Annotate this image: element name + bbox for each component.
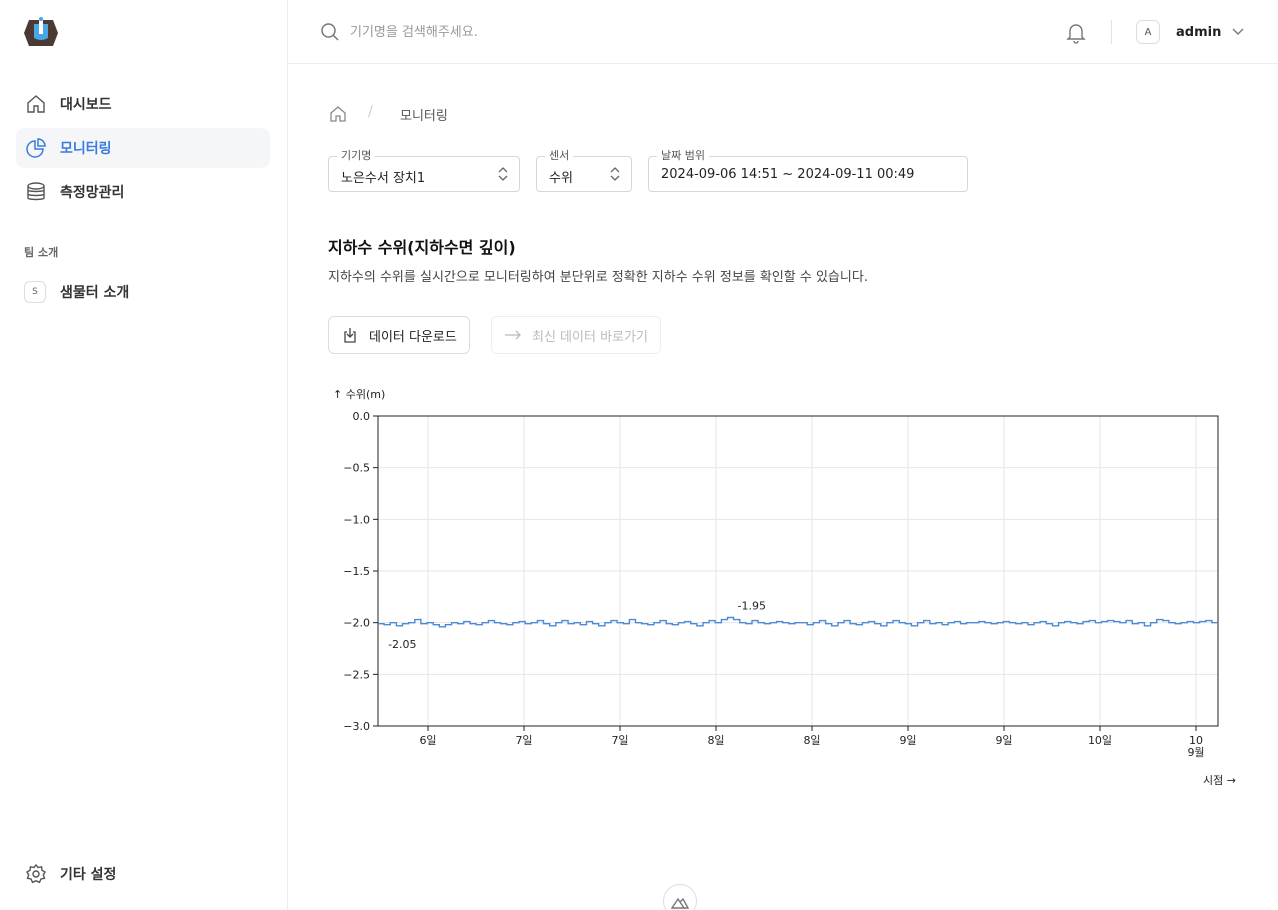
y-tick-label: −2.5 [343,668,370,681]
database-icon [24,180,48,204]
data-annotation: -2.05 [388,638,416,651]
sidebar-item-dashboard[interactable]: 대시보드 [16,84,270,124]
data-download-label: 데이터 다운로드 [369,329,457,345]
x-tick-label: 10일 [1088,733,1112,747]
search-icon [320,22,340,42]
sidebar-item-monitoring[interactable]: 모니터링 [16,128,270,168]
series-line [378,616,1218,628]
chart-grid [378,415,1218,727]
team-section-title: 팀 소개 [24,246,59,259]
latest-data-button[interactable]: 최신 데이터 바로가기 [491,316,661,354]
section-description: 지하수의 수위를 실시간으로 모니터링하여 분단위로 정확한 지하수 수위 정보… [328,270,868,285]
floating-devtools-button[interactable] [663,884,697,910]
x-tick-label: 7일 [515,733,532,747]
x-tick-label: 6일 [419,733,436,747]
y-tick-label: −1.5 [343,565,370,578]
section-title: 지하수 수위(지하수면 깊이) [328,238,516,257]
x-axis-label: 시점 → [1203,774,1236,787]
breadcrumb-current: 모니터링 [400,109,448,124]
chart-x-ticks: 6일 7일 7일 8일 8일 9일 9일 10일 109월 [419,726,1205,759]
sidebar-item-label: 대시보드 [60,97,112,113]
y-tick-label: −3.0 [343,720,370,733]
x-tick-sublabel: 9월 [1187,746,1204,759]
y-tick-label: 0.0 [353,410,371,423]
chart-y-ticks: 0.0 −0.5 −1.0 −1.5 −2.0 −2.5 −3.0 [343,410,378,733]
x-tick-label: 9일 [995,733,1012,747]
y-axis-label: ↑ 수위(m) [333,388,385,401]
home-icon [24,92,48,116]
sidebar-item-network[interactable]: 측정망관리 [16,172,270,212]
data-annotation: -1.95 [738,600,766,613]
sidebar-item-label: 모니터링 [60,141,112,157]
latest-data-label: 최신 데이터 바로가기 [532,329,648,345]
x-tick-label: 7일 [611,733,628,747]
device-select-value: 노은수서 장치1 [341,171,426,186]
user-menu[interactable]: A admin [1136,20,1245,44]
user-name: admin [1176,24,1222,40]
chart-svg: 0.0 −0.5 −1.0 −1.5 −2.0 −2.5 −3.0 6일 7일 7일 8일 8일 9일… [333,388,1236,787]
updown-chevron-icon [609,165,621,183]
sidebar-item-label: 측정망관리 [60,185,125,201]
chevron-down-icon [1231,23,1245,42]
y-tick-label: −0.5 [343,462,370,475]
water-level-chart: 0.0 −0.5 −1.0 −1.5 −2.0 −2.5 −3.0 6일 7일 7일 8일 8일 9일… [320,378,1260,798]
sidebar-item-settings[interactable]: 기타 설정 [16,854,270,894]
date-range-field[interactable]: 날짜 범위 2024-09-06 14:51 ~ 2024-09-11 00:4… [648,149,968,192]
y-tick-label: −1.0 [343,513,370,526]
header-divider [1111,20,1112,44]
sidebar-item-label: 기타 설정 [60,867,117,883]
data-download-button[interactable]: 데이터 다운로드 [328,316,470,354]
date-range-value: 2024-09-06 14:51 ~ 2024-09-11 00:49 [661,167,915,182]
gear-icon [24,862,48,886]
sidebar-item-team[interactable]: S 샘물터 소개 [16,272,270,312]
device-select[interactable]: 기기명 노은수서 장치1 [328,149,520,192]
x-tick-label: 9일 [899,733,916,747]
pie-chart-icon [24,136,48,160]
arrow-right-icon [504,326,522,344]
sidebar: 대시보드 모니터링 측정망관리 팀 소개 S 샘물터 소개 기타 설정 [0,0,288,910]
sensor-select-label: 센서 [545,149,574,163]
top-header: A admin [288,0,1278,64]
app-logo[interactable] [22,14,60,52]
breadcrumb-separator: / [368,104,373,120]
search-input[interactable] [350,18,750,46]
mountain-icon [670,894,690,910]
bell-icon[interactable] [1064,20,1088,44]
updown-chevron-icon [497,165,509,183]
team-badge: S [24,281,46,303]
download-icon [341,326,359,344]
breadcrumb-home-icon[interactable] [328,104,348,124]
y-tick-label: −2.0 [343,617,370,630]
avatar: A [1136,20,1160,44]
x-tick-label: 8일 [803,733,820,747]
x-tick-label: 8일 [707,733,724,747]
sidebar-item-label: 샘물터 소개 [60,285,130,301]
sensor-select-value: 수위 [549,171,573,186]
date-range-label: 날짜 범위 [657,149,709,163]
sensor-select[interactable]: 센서 수위 [536,149,632,192]
device-select-label: 기기명 [337,149,376,163]
